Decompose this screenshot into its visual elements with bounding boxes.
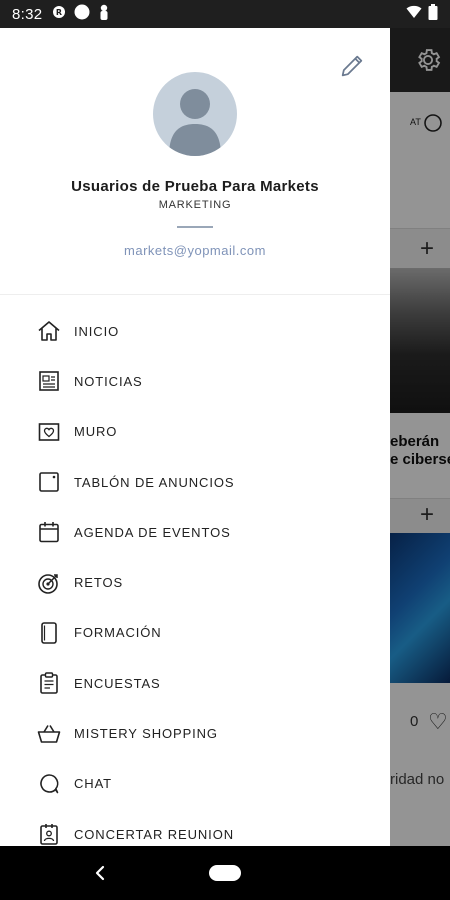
newspaper-icon [36, 368, 62, 394]
heart-frame-icon [36, 419, 62, 445]
menu-item-label: NOTICIAS [74, 373, 143, 389]
menu-item-label: AGENDA DE EVENTOS [74, 524, 231, 540]
menu-item-label: CHAT [74, 776, 113, 792]
navigation-drawer: Usuarios de Prueba Para Markets MARKETIN… [0, 28, 390, 846]
menu-item-noticias[interactable]: NOTICIAS [0, 356, 390, 406]
board-icon [36, 469, 62, 495]
status-right-group [406, 4, 438, 24]
status-time: 8:32 [12, 5, 43, 23]
status-bar: 8:32 R [0, 0, 450, 28]
menu-item-concertar-reunion[interactable]: CONCERTAR REUNION [0, 809, 390, 846]
menu-item-formacion[interactable]: FORMACIÓN [0, 608, 390, 658]
notification-app-icon: R [52, 5, 66, 23]
header-separator [0, 294, 390, 295]
drawer-menu: INICIO NOTICIAS MURO TABLÓN DE ANUNCIOS … [0, 306, 390, 846]
chat-icon [36, 771, 62, 797]
menu-item-tablon-de-anuncios[interactable]: TABLÓN DE ANUNCIOS [0, 457, 390, 507]
home-icon [36, 318, 62, 344]
user-department: MARKETING [158, 199, 232, 211]
system-navigation-bar [0, 846, 450, 900]
home-pill-button[interactable] [209, 865, 241, 881]
calendar-icon [36, 519, 62, 545]
user-name: Usuarios de Prueba Para Markets [71, 178, 319, 195]
notification-person-icon [98, 4, 110, 24]
menu-item-retos[interactable]: RETOS [0, 557, 390, 607]
profile-divider [177, 226, 213, 228]
menu-item-label: MURO [74, 424, 118, 440]
menu-item-label: FORMACIÓN [74, 625, 162, 641]
menu-item-label: CONCERTAR REUNION [74, 826, 234, 842]
back-icon[interactable] [90, 860, 110, 886]
menu-item-label: INICIO [74, 323, 120, 339]
target-icon [36, 570, 62, 596]
svg-text:R: R [56, 8, 62, 17]
battery-icon [428, 4, 438, 24]
menu-item-mistery-shopping[interactable]: MISTERY SHOPPING [0, 708, 390, 758]
clipboard-icon [36, 670, 62, 696]
user-email: markets@yopmail.com [124, 243, 266, 258]
notification-dot-icon [74, 4, 90, 24]
wifi-icon [406, 5, 422, 23]
menu-item-label: MISTERY SHOPPING [74, 726, 218, 742]
menu-item-label: TABLÓN DE ANUNCIOS [74, 474, 235, 490]
avatar[interactable] [153, 72, 237, 156]
meeting-badge-icon [36, 821, 62, 846]
menu-item-muro[interactable]: MURO [0, 407, 390, 457]
menu-item-chat[interactable]: CHAT [0, 759, 390, 809]
menu-item-label: RETOS [74, 575, 124, 591]
menu-item-label: ENCUESTAS [74, 675, 161, 691]
tablet-icon [36, 620, 62, 646]
menu-item-inicio[interactable]: INICIO [0, 306, 390, 356]
basket-icon [36, 721, 62, 747]
edit-profile-pencil-icon[interactable] [338, 52, 366, 80]
menu-item-encuestas[interactable]: ENCUESTAS [0, 658, 390, 708]
menu-item-agenda-de-eventos[interactable]: AGENDA DE EVENTOS [0, 507, 390, 557]
